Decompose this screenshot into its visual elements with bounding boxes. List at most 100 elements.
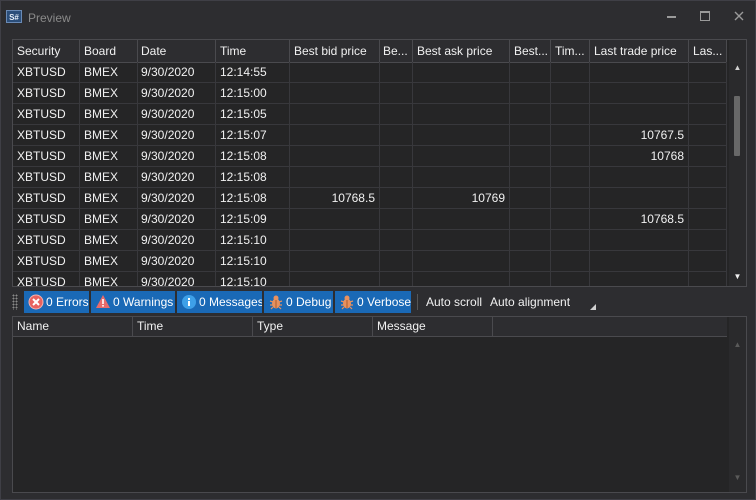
messages-filter-button[interactable]: 0 Messages [177,291,262,313]
log-column-header[interactable]: Type [253,317,373,336]
market-data-grid[interactable]: Security Board Date Time Best bid price Be...… [12,39,747,287]
table-row[interactable]: XBTUSD BMEX 9/30/2020 12:15:08 10768.5 10769 [13,188,727,209]
table-cell: 9/30/2020 [137,125,216,145]
debug-bug-icon [269,295,283,310]
close-button[interactable] [727,6,751,26]
table-cell: 9/30/2020 [137,209,216,229]
table-cell: 9/30/2020 [137,62,216,82]
table-cell [413,230,510,250]
table-cell: BMEX [80,188,138,208]
table-cell: 9/30/2020 [137,104,216,124]
table-cell: 9/30/2020 [137,83,216,103]
column-header[interactable]: Tim... [551,40,590,62]
title-bar[interactable]: S# Preview [1,1,755,33]
debug-label: 0 Debug [286,295,332,309]
column-header[interactable]: Board [80,40,138,62]
log-toolbar: 0 Errors 0 Warnings 0 Messages 0 Debug 0… [12,290,745,314]
table-row[interactable]: XBTUSD BMEX 9/30/2020 12:15:10 [13,272,727,286]
table-cell: 12:15:07 [216,125,290,145]
scroll-thumb[interactable] [734,96,740,156]
table-cell [290,146,380,166]
table-cell [379,83,413,103]
table-cell [290,230,380,250]
column-header[interactable]: Best... [510,40,551,62]
log-grid-header: Name Time Type Message [13,317,727,337]
table-cell [510,251,551,271]
toolbar-overflow-icon[interactable] [590,304,596,310]
table-cell [413,272,510,286]
table-cell: 12:15:10 [216,230,290,250]
errors-label: 0 Errors [46,295,89,309]
table-row[interactable]: XBTUSD BMEX 9/30/2020 12:15:08 [13,167,727,188]
info-icon [182,295,196,309]
table-cell [413,209,510,229]
column-header[interactable]: Be... [379,40,413,62]
log-grid[interactable]: Name Time Type Message ▲ ▼ [12,316,747,493]
table-cell [510,230,551,250]
verbose-filter-button[interactable]: 0 Verbose [335,291,411,313]
table-cell [689,188,727,208]
table-cell [290,125,380,145]
table-row[interactable]: XBTUSD BMEX 9/30/2020 12:14:55 [13,62,727,83]
table-cell: XBTUSD [13,146,80,166]
column-header[interactable]: Last trade price [590,40,689,62]
table-cell: XBTUSD [13,251,80,271]
table-cell [379,104,413,124]
toolbar-grip[interactable] [12,294,18,310]
table-cell: BMEX [80,125,138,145]
table-row[interactable]: XBTUSD BMEX 9/30/2020 12:15:05 [13,104,727,125]
errors-filter-button[interactable]: 0 Errors [24,291,89,313]
error-icon [28,294,44,310]
verbose-bug-icon [340,295,354,310]
table-cell [689,83,727,103]
log-scroll-down-arrow-icon[interactable]: ▼ [729,472,746,484]
table-cell: XBTUSD [13,209,80,229]
auto-scroll-toggle[interactable]: Auto scroll [426,291,482,313]
table-row[interactable]: XBTUSD BMEX 9/30/2020 12:15:07 10767.5 [13,125,727,146]
minimize-button[interactable] [659,6,683,26]
maximize-button[interactable] [693,6,717,26]
grid-vertical-scrollbar[interactable]: ▲ ▼ [729,40,746,286]
log-scroll-up-arrow-icon[interactable]: ▲ [729,339,746,351]
table-row[interactable]: XBTUSD BMEX 9/30/2020 12:15:00 [13,83,727,104]
column-header[interactable]: Best bid price [290,40,380,62]
debug-filter-button[interactable]: 0 Debug [264,291,333,313]
column-header[interactable]: Best ask price [413,40,510,62]
table-row[interactable]: XBTUSD BMEX 9/30/2020 12:15:08 10768 [13,146,727,167]
table-cell [551,251,590,271]
table-cell: XBTUSD [13,188,80,208]
table-cell [413,125,510,145]
table-cell: 10768.5 [590,209,689,229]
table-cell [551,188,590,208]
maximize-icon [700,11,710,21]
table-cell [689,251,727,271]
table-cell [590,62,689,82]
window-app-icon: S# [6,10,22,23]
table-cell: 9/30/2020 [137,188,216,208]
table-cell [290,209,380,229]
table-row[interactable]: XBTUSD BMEX 9/30/2020 12:15:10 [13,230,727,251]
table-cell [379,230,413,250]
table-cell: XBTUSD [13,230,80,250]
table-cell [379,251,413,271]
table-cell [379,62,413,82]
table-cell: XBTUSD [13,62,80,82]
log-vertical-scrollbar[interactable]: ▲ ▼ [729,317,746,492]
table-cell: XBTUSD [13,125,80,145]
table-row[interactable]: XBTUSD BMEX 9/30/2020 12:15:09 10768.5 [13,209,727,230]
log-column-header[interactable]: Time [133,317,253,336]
table-row[interactable]: XBTUSD BMEX 9/30/2020 12:15:10 [13,251,727,272]
table-cell [590,251,689,271]
log-column-header[interactable]: Name [13,317,133,336]
column-header[interactable]: Date [137,40,216,62]
verbose-label: 0 Verbose [357,295,411,309]
warnings-filter-button[interactable]: 0 Warnings [91,291,175,313]
log-column-header[interactable]: Message [373,317,493,336]
table-cell: XBTUSD [13,167,80,187]
scroll-up-arrow-icon[interactable]: ▲ [729,62,746,74]
column-header[interactable]: Security [13,40,80,62]
scroll-down-arrow-icon[interactable]: ▼ [729,271,746,283]
column-header[interactable]: Las... [689,40,727,62]
column-header[interactable]: Time [216,40,290,62]
auto-alignment-toggle[interactable]: Auto alignment [490,291,570,313]
